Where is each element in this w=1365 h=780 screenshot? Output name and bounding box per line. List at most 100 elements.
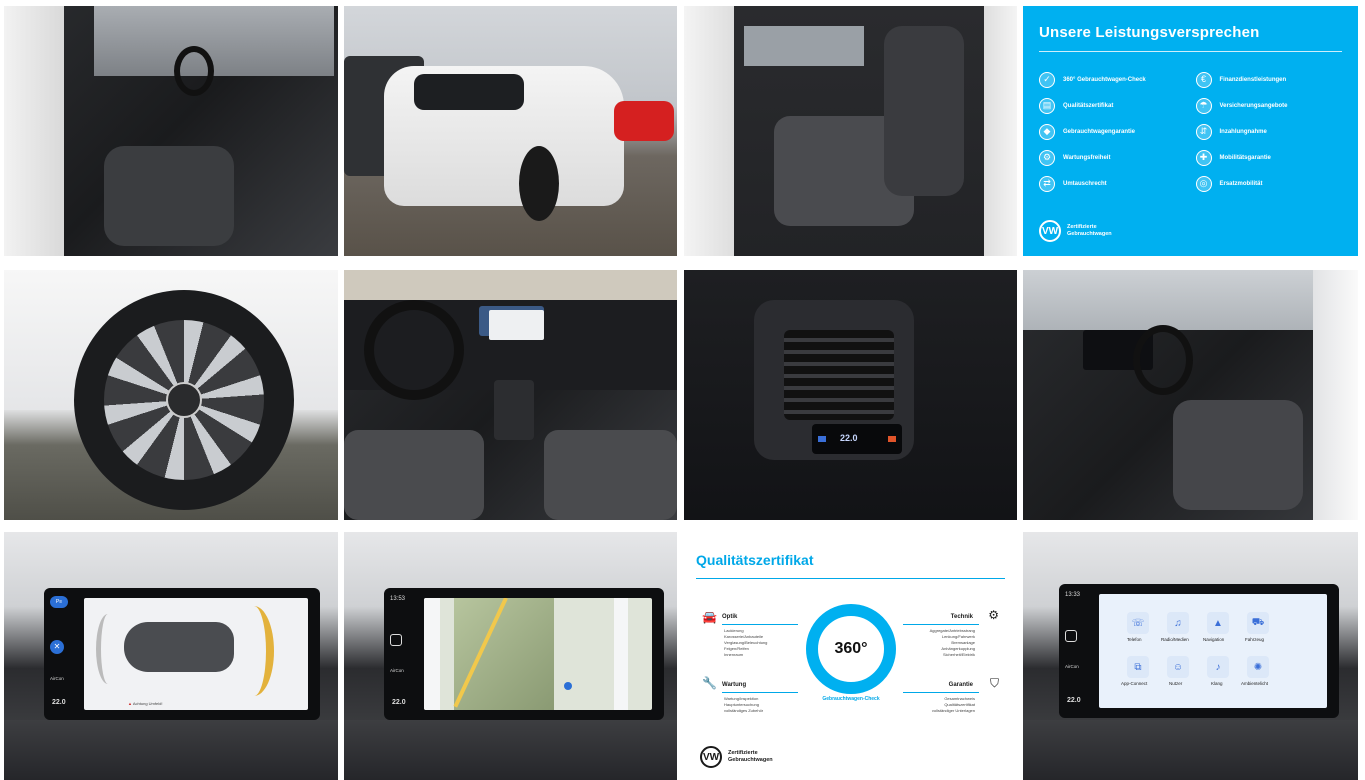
section-wartung: Wartung [722, 682, 747, 688]
promise-item-label: 360° Gebrauchtwagen-Check [1063, 77, 1146, 83]
screen-side-controls: 13:33 AirCon [1065, 592, 1091, 710]
app-grid: ☏ Telefon ♫ Radio/Medien ▲ Navigation ⛟ … [1099, 594, 1327, 708]
quality-certificate-panel: Qualitätszertifikat Optik 🚘 Lackierung K… [684, 532, 1017, 780]
steering-wheel-shape [1133, 325, 1193, 395]
optik-list: Lackierung Karosserie/Anbauteile Verglas… [724, 628, 767, 658]
insurance-icon: ☂ [1195, 98, 1212, 114]
car-top-view [124, 622, 234, 672]
warning-icon: ▲ [128, 701, 132, 706]
right-seat [544, 430, 677, 520]
promise-divider [1039, 51, 1342, 52]
rear-window [414, 74, 524, 110]
dash-trim [344, 720, 677, 780]
brand-line-2: Gebrauchtwagen [1067, 231, 1112, 237]
brand-block: VW Zertifizierte Gebrauchtwagen [1039, 220, 1112, 242]
brand-block: VW Zertifizierte Gebrauchtwagen [700, 746, 773, 768]
wheel-shape [519, 146, 559, 221]
service-icon: 🔧 [702, 676, 717, 690]
promise-item: ⇵ Inzahlungnahme [1195, 120, 1343, 144]
ambient-light-icon[interactable]: ✺ [1247, 656, 1269, 678]
climate-panel: 22.0 [812, 424, 902, 454]
photo-front-seat-interior[interactable] [4, 6, 338, 256]
promise-item-label: Finanzdienstleistungen [1219, 77, 1287, 83]
certificate-icon: ▤ [1039, 98, 1055, 114]
hub-logo-icon [166, 382, 202, 418]
cabin-temp: 22.0 [392, 699, 406, 706]
trade-in-icon: ⇵ [1195, 124, 1212, 140]
clock: 13:53 [390, 596, 406, 602]
wrench-icon: ⚙ [1039, 150, 1055, 166]
app-label: Klang [1211, 681, 1223, 686]
brand-line-1: Zertifizierte [1067, 224, 1097, 230]
heat-indicator-icon [888, 436, 896, 442]
park-sensor-arc [234, 606, 274, 696]
sound-icon[interactable]: ♪ [1207, 656, 1229, 678]
photo-park-assist-screen[interactable]: P≡ ✕ AirCon 22.0 ▲ Achtung Umfeld! [4, 532, 338, 780]
optik-item: Innenraum [724, 652, 744, 657]
music-icon[interactable]: ♫ [1167, 612, 1189, 634]
section-technik: Technik [950, 614, 973, 620]
promise-item-label: Wartungsfreiheit [1063, 155, 1111, 161]
seat-shape [104, 146, 234, 246]
app-label: Ambientelicht [1241, 681, 1269, 686]
photo-front-passenger-view[interactable] [1023, 270, 1358, 520]
windshield-view [344, 270, 677, 300]
promise-right-list: € Finanzdienstleistungen ☂ Versicherungsan… [1195, 68, 1343, 198]
map-view[interactable] [424, 598, 652, 710]
promise-item-label: Qualitätszertifikat [1063, 103, 1114, 109]
check-360-ring: 360° [806, 604, 896, 694]
aircon-label: AirCon [50, 676, 64, 681]
car-check-icon: ✓ [1039, 72, 1055, 88]
wartung-item: vollständiges Zubehör [724, 708, 764, 713]
screen-side-controls: 13:53 AirCon [390, 596, 416, 712]
promise-item: ⇄ Umtauschrecht [1039, 172, 1186, 196]
steering-wheel-shape [364, 300, 464, 400]
photo-gallery: Unsere Leistungsversprechen ✓ 360° Gebrau… [0, 0, 1365, 780]
home-button-icon[interactable] [1065, 630, 1077, 642]
close-icon[interactable]: ✕ [50, 640, 64, 654]
promise-item-label: Mobilitätsgarantie [1219, 155, 1271, 161]
photo-rear-seats[interactable] [684, 6, 1017, 256]
map-controls[interactable] [424, 598, 440, 710]
photo-app-menu-screen[interactable]: 13:33 AirCon 22.0 ☏ Telefon ♫ Radio/Medi… [1023, 532, 1358, 780]
photo-rear-exterior[interactable] [344, 6, 677, 256]
app-connect-icon[interactable]: ⧉ [1127, 656, 1149, 678]
gear-selector [494, 380, 534, 440]
air-vent [784, 330, 894, 420]
aircon-label: AirCon [1065, 664, 1079, 669]
app-label: Navigation [1203, 637, 1225, 642]
photo-wheel[interactable] [4, 270, 338, 520]
map-terrain [454, 598, 554, 710]
promise-panel: Unsere Leistungsversprechen ✓ 360° Gebrau… [1023, 6, 1358, 256]
cabin-temp: 22.0 [52, 699, 66, 706]
screen-side-controls: P≡ ✕ AirCon [50, 596, 76, 712]
finance-icon: € [1195, 72, 1212, 88]
section-optik: Optik [722, 614, 738, 620]
park-warning: ▲ Achtung Umfeld! [128, 701, 162, 706]
rear-window-view [744, 26, 864, 66]
optik-line [722, 624, 798, 625]
navigation-icon[interactable]: ▲ [1207, 612, 1229, 634]
map-side-panel[interactable] [614, 598, 628, 710]
phone-icon[interactable]: ☏ [1127, 612, 1149, 634]
left-seat [344, 430, 484, 520]
home-button-icon[interactable] [390, 634, 402, 646]
park-mode-button[interactable]: P≡ [50, 596, 68, 608]
brand-text: Zertifizierte Gebrauchtwagen [728, 750, 773, 764]
promise-item: ⚙ Wartungsfreiheit [1039, 146, 1186, 170]
photo-cockpit[interactable] [344, 270, 677, 520]
technik-list: Aggregate/Antriebsstrang Lenkung/Fahrwer… [930, 628, 975, 658]
shield-check-icon: ⛉ [989, 676, 999, 690]
vehicle-icon[interactable]: ⛟ [1247, 612, 1269, 634]
photo-navigation-screen[interactable]: 13:53 AirCon 22.0 [344, 532, 677, 780]
technik-item: Sicherheit/Elektrik [942, 652, 975, 657]
infotainment-display [489, 310, 544, 340]
rear-sensor-arc [96, 614, 120, 684]
windshield-view [1023, 270, 1358, 330]
promise-item: € Finanzdienstleistungen [1195, 68, 1343, 92]
garantie-line [903, 692, 979, 693]
garantie-item: vollständiger Unterlagen [931, 708, 975, 713]
technik-line [903, 624, 979, 625]
photo-rear-climate[interactable]: 22.0 [684, 270, 1017, 520]
user-icon[interactable]: ☺ [1167, 656, 1189, 678]
